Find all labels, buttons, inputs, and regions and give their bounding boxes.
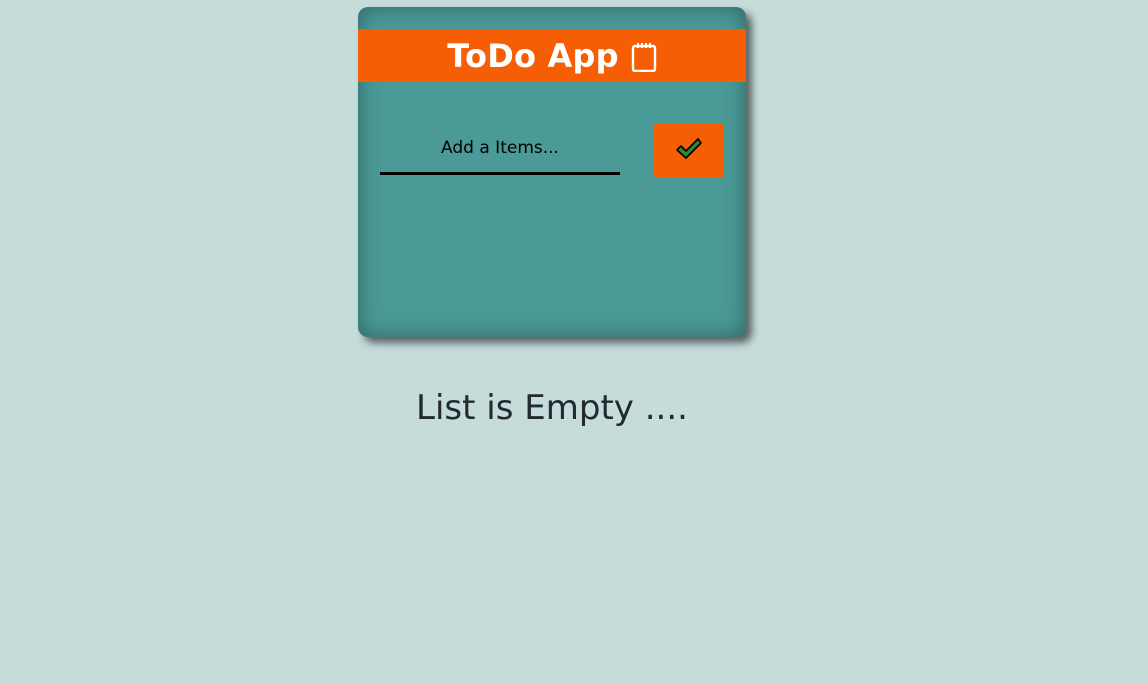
notepad-icon [631, 42, 657, 72]
todo-card: ToDo App [358, 7, 746, 337]
add-item-button[interactable] [654, 124, 724, 177]
checkmark-icon [675, 137, 703, 164]
app-title: ToDo App [447, 36, 619, 75]
empty-list-message: List is Empty .... [416, 388, 688, 428]
add-item-input[interactable] [380, 131, 620, 175]
app-header: ToDo App [358, 29, 746, 82]
